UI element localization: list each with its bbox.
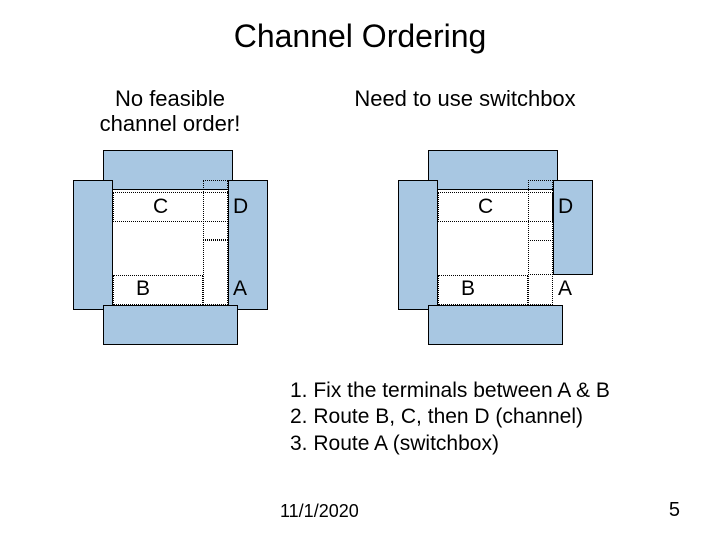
step-1: 1. Fix the terminals between A & B	[290, 378, 610, 404]
label-a: A	[233, 277, 247, 301]
channel-b	[438, 275, 528, 305]
block-bottom	[428, 305, 563, 345]
channel-a	[528, 240, 553, 305]
diagram-switchbox: C D B A	[398, 150, 593, 345]
label-a: A	[558, 277, 572, 301]
channel-a	[203, 240, 228, 305]
label-d: D	[233, 195, 248, 219]
caption-left-line1: No feasible	[115, 86, 225, 111]
label-b: B	[136, 277, 150, 301]
block-bottom	[103, 305, 238, 345]
caption-left-line2: channel order!	[100, 111, 241, 136]
caption-left: No feasible channel order!	[70, 86, 270, 137]
label-c: C	[478, 195, 493, 219]
label-b: B	[461, 277, 475, 301]
step-2: 2. Route B, C, then D (channel)	[290, 404, 610, 430]
label-d: D	[558, 195, 573, 219]
channel-d	[203, 180, 228, 240]
page-number: 5	[669, 499, 680, 522]
caption-right: Need to use switchbox	[335, 86, 595, 111]
footer-date: 11/1/2020	[280, 501, 359, 522]
slide: Channel Ordering No feasible channel ord…	[0, 0, 720, 540]
block-left	[73, 180, 113, 310]
slide-title: Channel Ordering	[0, 18, 720, 55]
channel-b	[113, 275, 203, 305]
steps-list: 1. Fix the terminals between A & B 2. Ro…	[290, 378, 610, 457]
label-c: C	[153, 195, 168, 219]
diagram-no-feasible: C D B A	[73, 150, 268, 345]
step-3: 3. Route A (switchbox)	[290, 431, 610, 457]
block-left	[398, 180, 438, 310]
